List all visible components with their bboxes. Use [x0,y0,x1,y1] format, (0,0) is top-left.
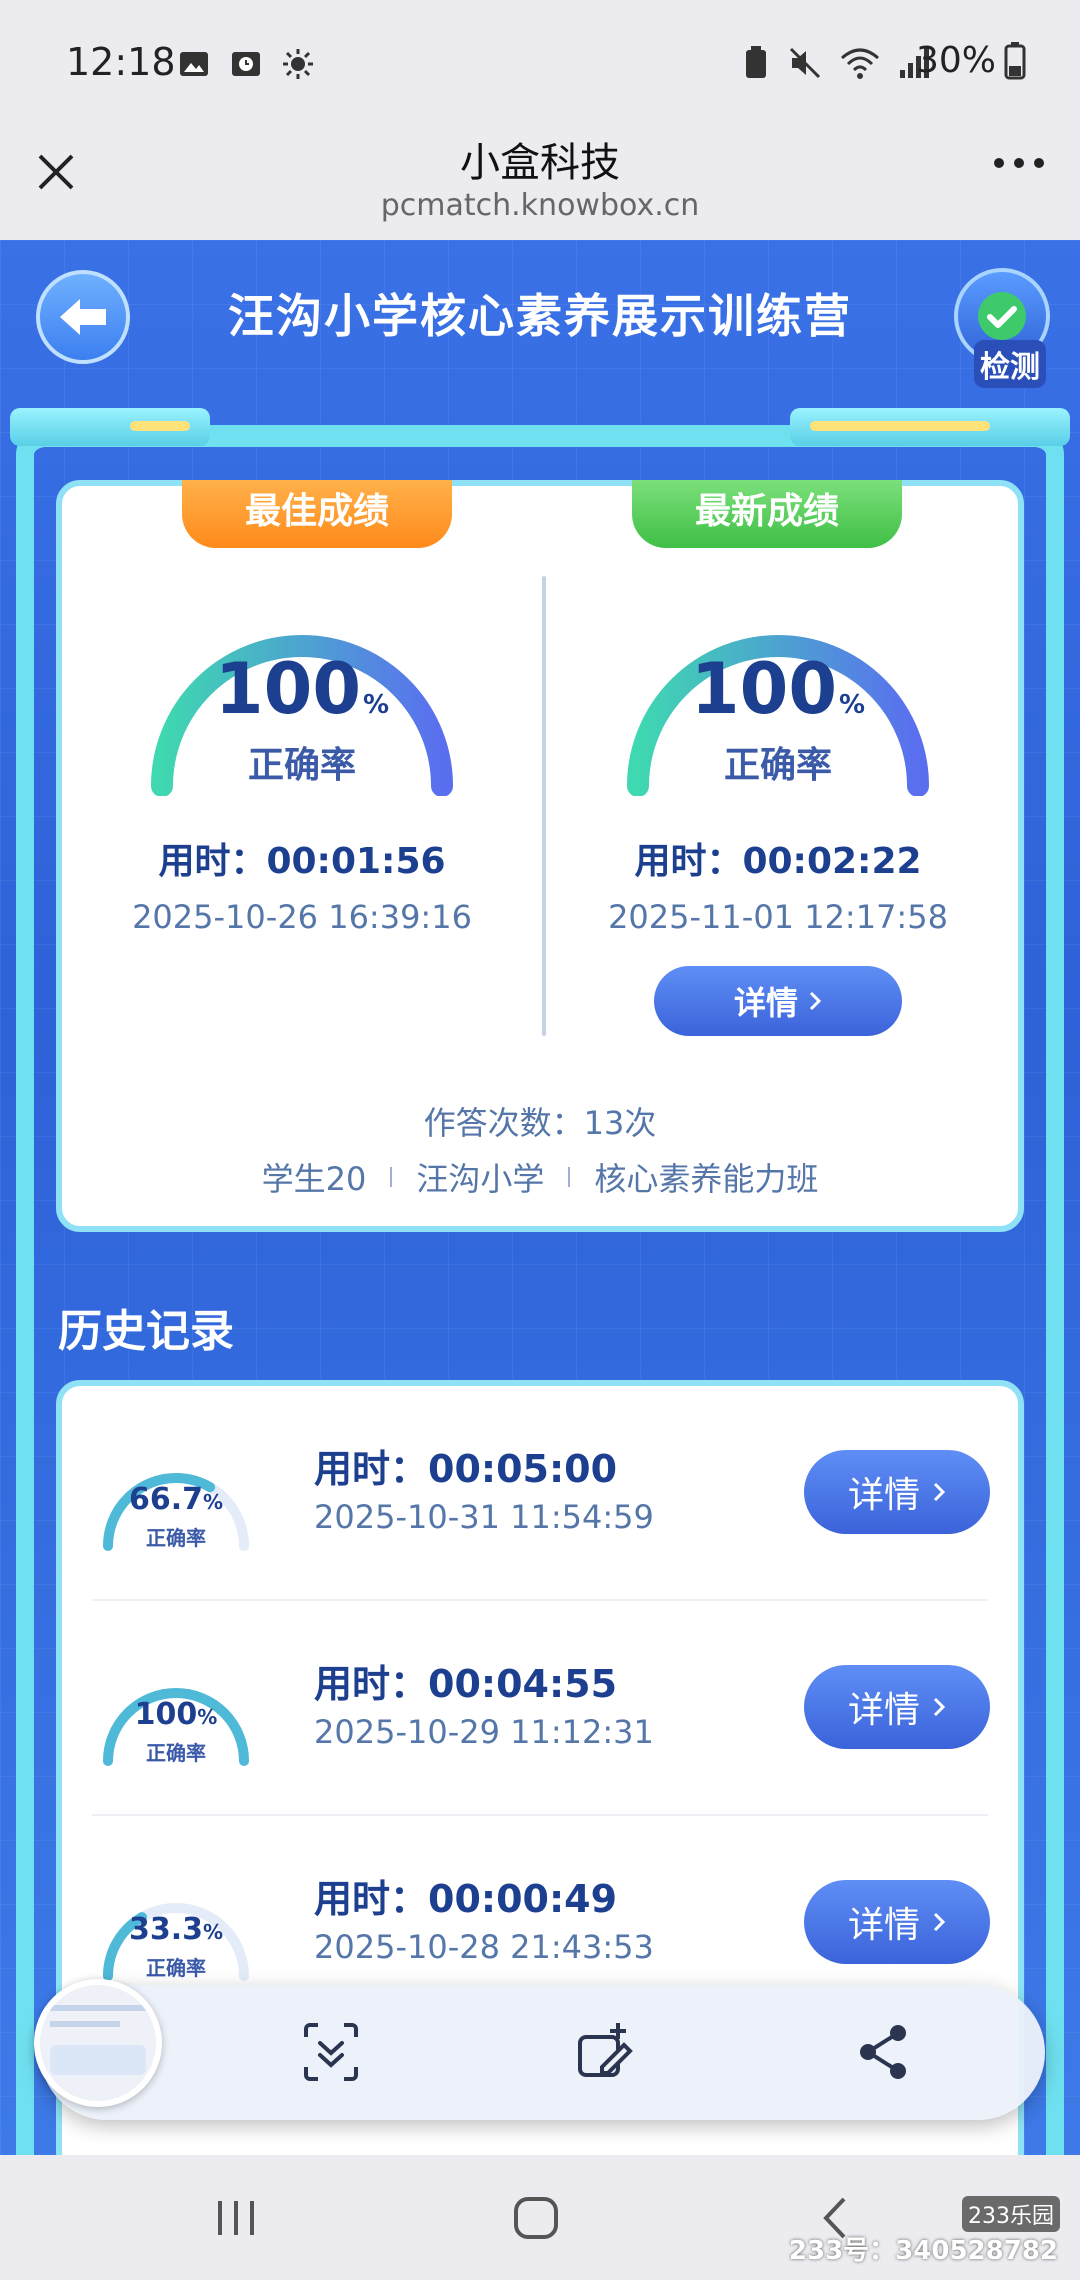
watermark-logo: 233乐园 [962,2196,1060,2232]
attempt-count: 作答次数：13次 [423,1104,657,1142]
latest-detail-label: 详情 [733,984,798,1022]
check-icon [978,292,1026,340]
detail-label: 详情 [847,1475,920,1516]
history-accuracy: 100% [134,1697,218,1732]
score-card: 最佳成绩 最新成绩 100% 正确率 用时：00:01:56 2025-10-2… [56,480,1024,1232]
wifi-icon [841,48,879,79]
separator [568,1167,571,1187]
screenshot-thumbnail[interactable] [34,1979,162,2107]
clock-app-icon [232,52,260,76]
chevron-right-icon [933,1482,946,1502]
class-name: 核心素养能力班 [594,1160,819,1198]
history-item: 66.7% 正确率 用时：00:05:00 2025-10-31 11:54:5… [62,1386,1018,1601]
history-gauge: 33.3% 正确率 [96,1866,256,1986]
history-detail-button[interactable]: 详情 [804,1665,990,1749]
best-accuracy-value: 100% [214,648,390,730]
thumbnail-preview-icon [40,1985,156,2101]
separator [390,1167,393,1187]
latest-score-panel: 100% 正确率 用时：00:02:22 2025-11-01 12:17:58… [558,586,998,1036]
frame-tab-right [790,408,1070,446]
frame-tab-left [10,408,210,446]
detail-label: 详情 [847,1690,920,1731]
latest-score-tag: 最新成绩 [632,480,902,548]
history-use-time: 用时：00:05:00 [314,1447,618,1491]
main-content: 汪沟小学核心素养展示训练营 检测 最佳成绩 最新成绩 100% 正确率 用时：0… [0,240,1080,2155]
history-accuracy-label: 正确率 [146,1526,206,1550]
status-bar: 12:18 30% [0,0,1080,130]
webview-header: 小盒科技 pcmatch.knowbox.cn [0,130,1080,240]
history-item: 100% 正确率 用时：00:04:55 2025-10-29 11:12:31… [62,1601,1018,1816]
chevron-right-icon [933,1912,946,1932]
best-accuracy-label: 正确率 [247,745,356,786]
home-icon[interactable] [506,2193,566,2243]
history-date: 2025-10-29 11:12:31 [314,1713,654,1751]
recycle-battery-icon [746,46,766,78]
latest-accuracy-label: 正确率 [723,745,832,786]
latest-accuracy-value: 100% [690,648,866,730]
history-date: 2025-10-31 11:54:59 [314,1498,654,1536]
history-accuracy: 33.3% [128,1912,224,1947]
best-date: 2025-10-26 16:39:16 [132,898,472,936]
battery-icon [1004,41,1026,79]
history-detail-button[interactable]: 详情 [804,1880,990,1964]
scroll-capture-icon[interactable] [296,2017,366,2087]
latest-use-time: 用时：00:02:22 [634,841,922,882]
history-gauge: 100% 正确率 [96,1651,256,1771]
history-accuracy: 66.7% [128,1482,224,1517]
history-title: 历史记录 [58,1306,234,1357]
score-divider [542,576,546,1036]
watermark-text: 233号：340528782 [788,2236,1058,2266]
status-time: 12:18 [66,40,176,84]
latest-date: 2025-11-01 12:17:58 [608,898,948,936]
mute-icon [789,47,821,79]
student-info: 学生20 汪沟小学 核心素养能力班 [62,1154,1018,1200]
chevron-right-icon [933,1697,946,1717]
best-score-panel: 100% 正确率 用时：00:01:56 2025-10-26 16:39:16 [82,586,522,936]
history-use-time: 用时：00:04:55 [314,1662,618,1706]
recents-icon[interactable] [206,2193,266,2243]
chevron-right-icon [809,991,822,1011]
more-icon[interactable] [994,158,1044,168]
detail-label: 详情 [847,1905,920,1946]
history-use-time: 用时：00:00:49 [314,1877,618,1921]
best-score-tag: 最佳成绩 [182,480,452,548]
history-date: 2025-10-28 21:43:53 [314,1928,654,1966]
webview-url: pcmatch.knowbox.cn [380,188,700,223]
brightness-icon [283,49,313,79]
check-label[interactable]: 检测 [974,340,1046,388]
student-name: 学生20 [261,1160,367,1198]
share-icon[interactable] [848,2017,918,2087]
history-gauge: 66.7% 正确率 [96,1436,256,1556]
best-use-time: 用时：00:01:56 [158,841,446,882]
history-accuracy-label: 正确率 [146,1741,206,1765]
history-detail-button[interactable]: 详情 [804,1450,990,1534]
page-title: 汪沟小学核心素养展示训练营 [228,289,852,343]
webview-title: 小盒科技 [460,140,620,186]
battery-indicator: 30% [916,40,1026,81]
battery-percent: 30% [915,40,996,81]
screenshot-toolbar [34,1979,1045,2120]
latest-detail-button[interactable]: 详情 [654,966,902,1036]
school-name: 汪沟小学 [416,1160,545,1198]
gallery-icon [180,52,208,76]
history-accuracy-label: 正确率 [146,1956,206,1980]
edit-crop-icon[interactable] [572,2017,642,2087]
